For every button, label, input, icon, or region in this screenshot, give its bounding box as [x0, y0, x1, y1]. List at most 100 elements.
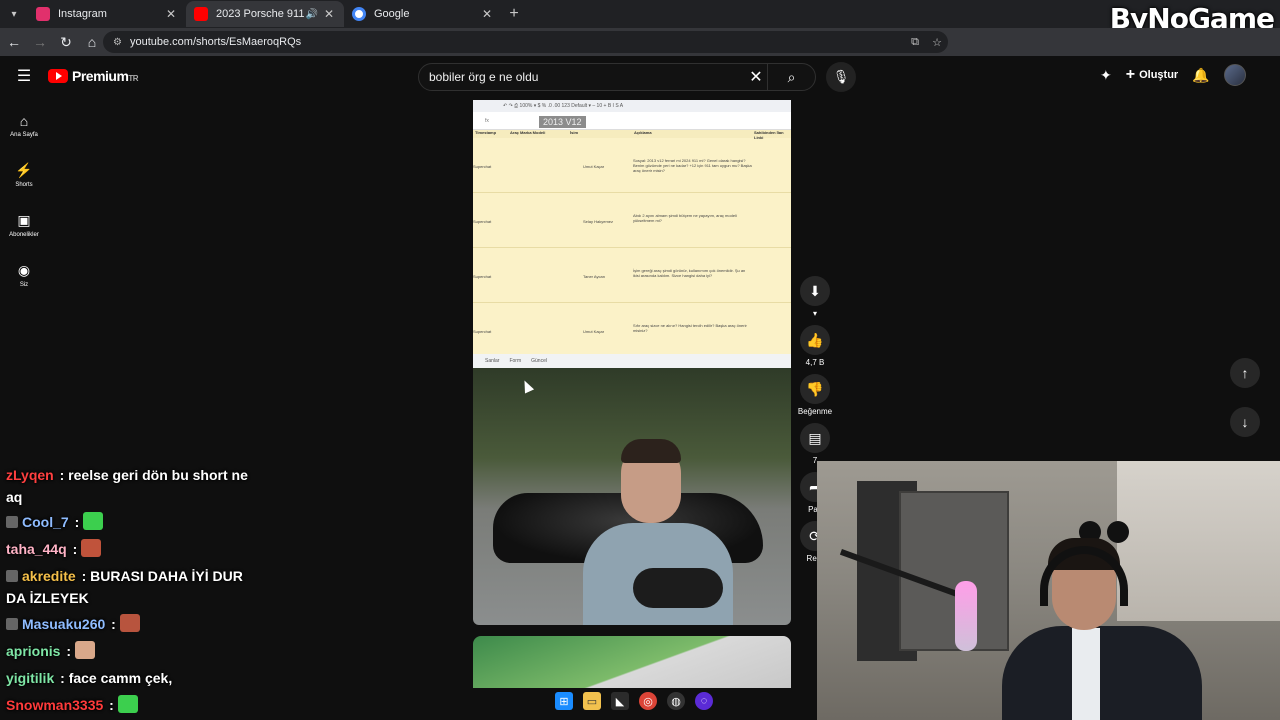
video-caption: 2013 V12 — [539, 116, 586, 128]
search-button[interactable]: ⌕ — [767, 64, 815, 90]
tab-title: 2023 Porsche 911 mi Ferrari — [216, 8, 306, 20]
notifications-bell-icon[interactable]: 🔔 — [1192, 67, 1209, 84]
tab-title: Google — [374, 8, 410, 20]
short-creator-camera — [473, 368, 791, 625]
sheet-tabs: Sanlar Form Güncel — [473, 354, 791, 368]
chat-message: Cool_7 : — [6, 511, 104, 533]
shorts-video-player[interactable]: ↶ ↷ ⎙ 100% ▾ $ % .0 .00 123 Default ▾ – … — [473, 100, 791, 625]
obs-icon[interactable]: ◍ — [667, 692, 685, 710]
windows-start-icon[interactable]: ⊞ — [555, 692, 573, 710]
tab-instagram[interactable]: Instagram ✕ — [28, 1, 186, 27]
address-bar[interactable]: ⚙ youtube.com/shorts/EsMaeroqRQs ⧉ ☆ — [103, 31, 948, 53]
tab-title: Instagram — [58, 8, 107, 20]
sidebar-item-home[interactable]: ⌂ Ana Sayfa — [0, 100, 48, 150]
streamer-person — [992, 536, 1212, 720]
sheet-row: Superchat Selay Hakyemez Abdı 2 ayını al… — [473, 193, 791, 248]
download-icon: ⬇ — [809, 282, 821, 299]
subscriptions-icon: ▣ — [17, 212, 31, 228]
sheet-formula-bar: fx — [473, 112, 791, 130]
menu-icon[interactable]: ☰ — [14, 66, 34, 86]
google-icon — [352, 7, 366, 21]
clear-search-icon[interactable]: ✕ — [745, 67, 767, 87]
reload-icon[interactable]: ↻ — [54, 30, 78, 54]
tab-close-icon[interactable]: ✕ — [480, 7, 494, 21]
microphone-image — [633, 568, 723, 608]
sidebar-item-subscriptions[interactable]: ▣ Abonelikler — [0, 200, 48, 250]
emote-icon — [117, 695, 138, 713]
arrow-down-icon: ↓ — [1241, 414, 1249, 430]
youtube-icon — [194, 7, 208, 21]
home-icon: ⌂ — [19, 112, 29, 129]
sheet-toolbar: ↶ ↷ ⎙ 100% ▾ $ % .0 .00 123 Default ▾ – … — [473, 100, 791, 112]
chat-message: Snowman3335 : — [6, 694, 138, 716]
forward-arrow-icon[interactable]: → — [28, 30, 52, 54]
emote-icon — [75, 641, 96, 659]
youtube-play-icon — [48, 69, 68, 83]
browser-tab-strip: ▾ Instagram ✕ 2023 Porsche 911 mi Ferrar… — [0, 0, 1280, 35]
youtube-header: ☰ PremiumTR ✕ ⌕ 🎙 ✦ +Oluştur 🔔 — [0, 56, 1280, 98]
header-actions: ✦ + Oluştur 🔔 — [1100, 64, 1246, 86]
chat-message: akredite : BURASI DAHA İYİ DUR DA İZLEYE… — [6, 568, 243, 606]
youtube-logo-text: PremiumTR — [72, 68, 139, 84]
sidebar-item-you[interactable]: ◉ Siz — [0, 250, 48, 300]
file-explorer-icon[interactable]: ▭ — [583, 692, 601, 710]
chat-message: aprionis : — [6, 640, 96, 662]
create-button[interactable]: + Oluştur — [1126, 66, 1178, 84]
plus-icon: + — [1125, 66, 1136, 83]
microphone-icon: 🎙 — [832, 69, 850, 84]
screen: ▾ Instagram ✕ 2023 Porsche 911 mi Ferrar… — [0, 0, 1280, 720]
voice-search-button[interactable]: 🎙 — [826, 62, 856, 92]
you-icon: ◉ — [17, 262, 31, 278]
browser-toolbar: ← → ↻ ⌂ ⚙ youtube.com/shorts/EsMaeroqRQs… — [0, 28, 1280, 79]
sheet-row: Superchat Taner Aycan İşim gereği araç ş… — [473, 248, 791, 303]
windows-taskbar: ⊞ ▭ ◣ ◎ ◍ ◌ — [555, 692, 713, 710]
cast-icon[interactable]: ✦ — [1100, 67, 1112, 84]
tab-close-icon[interactable]: ✕ — [164, 7, 178, 21]
more-chevron-icon[interactable]: ▾ — [813, 309, 817, 321]
chat-message: taha_44q : — [6, 538, 102, 560]
back-arrow-icon[interactable]: ← — [2, 30, 26, 54]
new-tab-button[interactable]: + — [502, 5, 526, 23]
chat-message: yigitilik : face camm çek, — [6, 670, 173, 686]
dislike-button[interactable]: 👎 — [800, 374, 830, 404]
next-short-button[interactable]: ↓ — [1230, 407, 1260, 437]
tab-youtube-short[interactable]: 2023 Porsche 911 mi Ferrari 🔊 ✕ — [186, 1, 344, 27]
tab-google[interactable]: Google ✕ — [344, 1, 502, 27]
mini-guide: ⌂ Ana Sayfa ⚡ Shorts ▣ Abonelikler ◉ Siz — [0, 100, 48, 300]
stream-chat-overlay: zLyqen : reelse geri dön bu short ne aq … — [0, 462, 270, 720]
next-short-preview[interactable] — [473, 636, 791, 688]
comments-button[interactable]: ▤ — [800, 423, 830, 453]
chat-badge-icon — [6, 570, 18, 582]
app-icon[interactable]: ◌ — [695, 692, 713, 710]
bookmark-star-icon[interactable]: ☆ — [926, 36, 948, 49]
emote-icon — [81, 539, 102, 557]
spreadsheet-screen: ↶ ↷ ⎙ 100% ▾ $ % .0 .00 123 Default ▾ – … — [473, 100, 791, 368]
chrome-icon[interactable]: ◎ — [639, 692, 657, 710]
chat-message: zLyqen : reelse geri dön bu short ne aq — [6, 467, 248, 505]
download-button[interactable]: ⬇ — [800, 276, 830, 306]
arrow-up-icon: ↑ — [1241, 365, 1249, 381]
account-avatar[interactable] — [1223, 64, 1246, 86]
chat-badge-icon — [6, 516, 18, 528]
search-icon: ⌕ — [787, 68, 796, 85]
comment-icon: ▤ — [808, 429, 822, 446]
sidebar-item-shorts[interactable]: ⚡ Shorts — [0, 150, 48, 200]
youtube-logo[interactable]: PremiumTR — [48, 68, 139, 84]
search-input[interactable] — [419, 64, 745, 90]
shorts-icon: ⚡ — [15, 162, 33, 178]
app-icon[interactable]: ◣ — [611, 692, 629, 710]
emote-icon — [119, 614, 140, 632]
previous-short-button[interactable]: ↑ — [1230, 358, 1260, 388]
chat-badge-icon — [6, 618, 18, 630]
site-info-icon[interactable]: ⚙ — [113, 37, 122, 48]
tab-search-icon[interactable]: ▾ — [0, 0, 28, 28]
tab-close-icon[interactable]: ✕ — [322, 7, 336, 21]
install-icon[interactable]: ⧉ — [904, 36, 926, 49]
thumbs-down-icon: 👎 — [806, 380, 824, 397]
chat-message: Masuaku260 : — [6, 613, 140, 635]
sheet-row: Superchat Umut Kaçar Sıfır araç sizce ne… — [473, 303, 791, 358]
like-button[interactable]: 👍 — [800, 325, 830, 355]
home-browser-icon[interactable]: ⌂ — [80, 30, 104, 54]
sheet-header-row: Timestamp Araç Marka Modeli İsim Açıklam… — [473, 130, 791, 140]
speaker-icon[interactable]: 🔊 — [306, 9, 318, 20]
